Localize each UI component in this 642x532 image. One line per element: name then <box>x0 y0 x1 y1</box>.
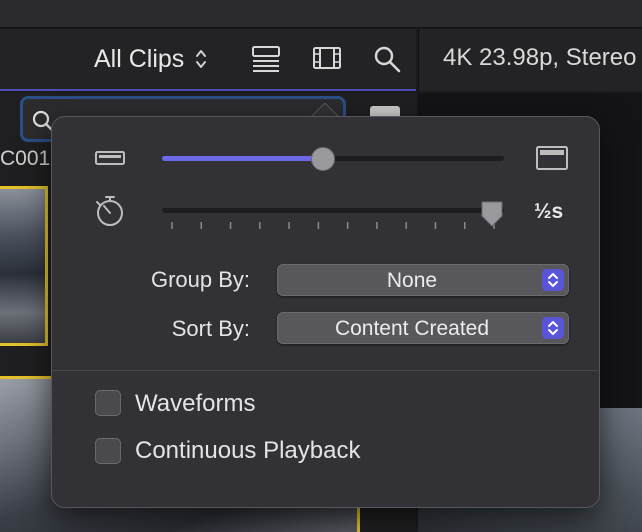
duration-value-label: ½s <box>534 200 564 223</box>
duration-slider-knob[interactable] <box>480 200 504 228</box>
project-format-info: 4K 23.98p, Stereo <box>443 44 637 71</box>
clip-thumbnail[interactable] <box>0 186 48 346</box>
chevron-up-down-icon <box>542 269 564 291</box>
waveforms-checkbox[interactable] <box>95 390 121 416</box>
popover-arrow <box>311 103 339 117</box>
clips-filter-menu[interactable]: All Clips <box>94 43 208 75</box>
group-by-popup[interactable]: None <box>277 264 569 296</box>
continuous-playback-label: Continuous Playback <box>135 437 361 464</box>
search-icon[interactable] <box>372 44 402 74</box>
clip-height-slider-fill <box>162 156 323 161</box>
duration-slider-ticks <box>171 222 495 229</box>
filmstrip-view-icon[interactable] <box>312 44 342 74</box>
title-strip <box>0 0 642 28</box>
sort-by-label: Sort By: <box>171 316 250 341</box>
large-clip-height-icon <box>536 146 568 170</box>
timer-icon <box>96 196 123 226</box>
divider <box>52 370 598 371</box>
continuous-playback-checkbox[interactable] <box>95 438 121 464</box>
clip-height-slider-knob[interactable] <box>310 147 335 171</box>
sort-by-value: Content Created <box>334 317 490 340</box>
sort-by-popup[interactable]: Content Created <box>277 312 569 344</box>
group-by-label: Group By: <box>150 267 250 292</box>
chevron-up-down-icon <box>196 50 207 68</box>
small-clip-height-icon <box>95 151 125 165</box>
app-window: All Clips 4K 23.98p, Stereo C001 ½s Grou… <box>0 0 642 532</box>
clip-name: C001 <box>0 147 51 170</box>
group-by-value: None <box>386 269 438 292</box>
waveforms-label: Waveforms <box>135 390 256 417</box>
clips-filter-label: All Clips <box>94 44 185 73</box>
duration-slider[interactable] <box>162 208 504 213</box>
list-view-icon[interactable] <box>251 44 281 74</box>
chevron-up-down-icon <box>542 317 564 339</box>
